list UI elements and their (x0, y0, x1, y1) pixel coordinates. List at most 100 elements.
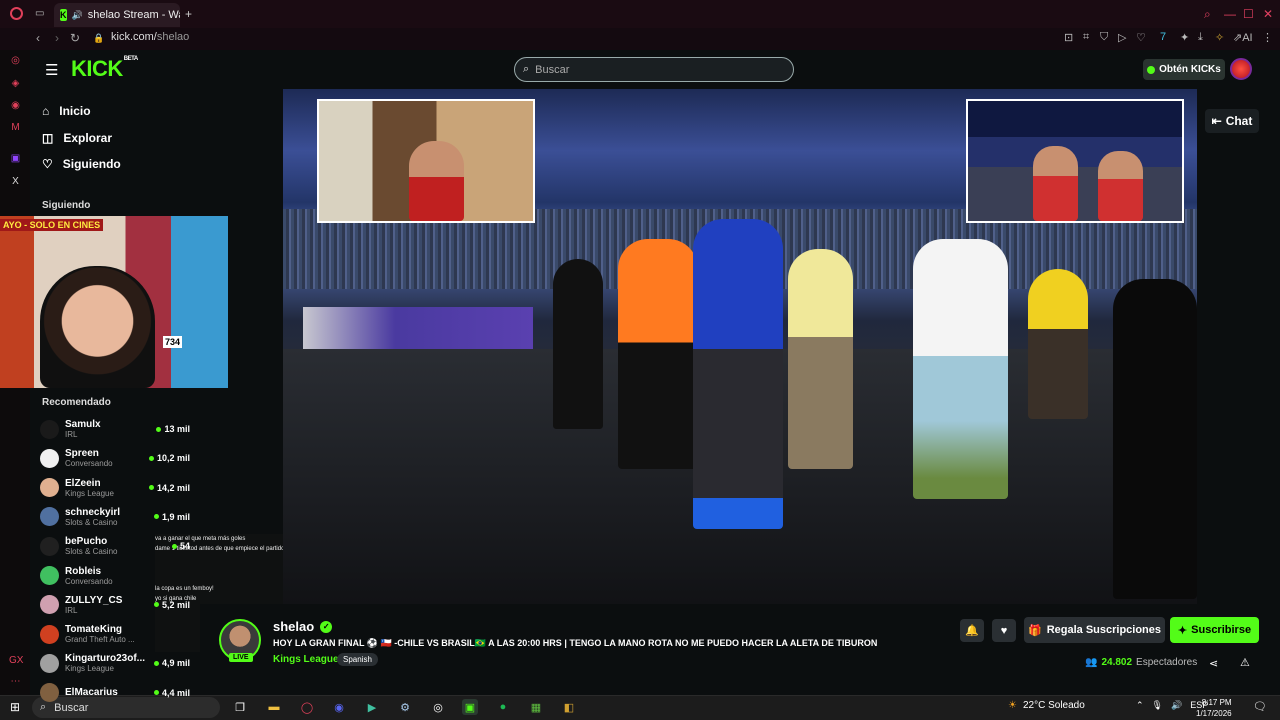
channel-text: schneckyirl Slots & Casino (65, 507, 154, 527)
hamburger-menu-icon[interactable]: ☰ (45, 61, 58, 79)
channel-text: Spreen Conversando (65, 448, 149, 468)
channel-category: IRL (65, 605, 78, 615)
recommended-channel-item[interactable]: Kingarturo23of... Kings League 4,9 mil (40, 649, 190, 677)
channel-avatar (40, 683, 59, 703)
shield-icon[interactable]: ⛉ (1100, 31, 1108, 44)
language-tag[interactable]: Spanish (337, 653, 378, 666)
close-window-button[interactable]: ✕ (1263, 7, 1273, 21)
taskbar-clock[interactable]: 8:17 PM 1/17/2026 (1196, 697, 1232, 719)
live-dot-icon (148, 485, 154, 491)
stream-category[interactable]: Kings League (273, 654, 339, 665)
bookmark-icon[interactable]: ⊡ (1064, 31, 1073, 44)
recommended-channel-item[interactable]: Spreen Conversando 10,2 mil (40, 444, 190, 472)
x-twitter-icon[interactable]: X (9, 176, 22, 189)
file-explorer-icon[interactable]: ▬ (266, 699, 282, 715)
discord-icon[interactable]: ◉ (331, 699, 347, 715)
tab-title: shelao Stream - Watch (87, 9, 180, 21)
spotify-icon[interactable]: ● (495, 699, 511, 715)
opera-gx-icon[interactable]: GX (9, 655, 23, 668)
channel-avatar (40, 566, 59, 585)
channel-name: ElMacarius (65, 687, 118, 699)
nav-explorar[interactable]: ◫ Explorar (42, 131, 112, 145)
get-kicks-button[interactable]: Obtén KICKs (1143, 59, 1225, 80)
channel-text: Kingarturo23of... Kings League (65, 653, 154, 673)
recommended-channel-item[interactable]: Samulx IRL 13 mil (40, 415, 190, 443)
user-avatar[interactable] (1230, 58, 1252, 80)
windows-start-icon[interactable]: ⊞ (10, 700, 20, 714)
minecraft-icon[interactable]: ▦ (528, 699, 544, 715)
recommended-channel-item[interactable]: ZULLYY_CS IRL 5,2 mil (40, 591, 190, 619)
recommended-channel-item[interactable]: ElMacarius 4,4 mil (40, 679, 190, 707)
recommended-channel-item[interactable]: Robleis Conversando (40, 562, 190, 590)
maximize-button[interactable]: ☐ (1243, 7, 1254, 21)
search-tabs-icon[interactable]: ⌕ (1204, 7, 1211, 22)
channel-text: Robleis Conversando (65, 566, 190, 586)
app-icon[interactable]: ▶ (364, 699, 380, 715)
opera-messenger-icon[interactable]: ◉ (9, 100, 22, 113)
channel-name-text: shelao (273, 619, 315, 634)
bib-number: 734 (163, 336, 183, 348)
extension-7tv-icon[interactable]: 7 (1160, 31, 1166, 43)
url-field[interactable]: kick.com/shelao (111, 31, 189, 43)
recommended-channel-item[interactable]: bePucho Slots & Casino 54 (40, 532, 190, 560)
tab-overview-icon[interactable]: ▭ (35, 8, 44, 19)
search-icon: ⌕ (523, 63, 530, 75)
steam-icon[interactable]: ⚙ (397, 699, 413, 715)
recommended-channel-item[interactable]: ElZeein Kings League 14,2 mil (40, 474, 190, 502)
recommended-channel-item[interactable]: TomateKing Grand Theft Auto ... (40, 620, 190, 648)
snapshot-icon[interactable]: ⌗ (1083, 31, 1089, 44)
kick-logo[interactable]: KICKBETA (71, 56, 138, 82)
game-launcher-icon[interactable]: ◧ (561, 699, 577, 715)
opera-aria-icon[interactable]: ◎ (9, 55, 22, 68)
channel-avatar (40, 653, 59, 673)
minimize-button[interactable]: — (1224, 7, 1236, 21)
extensions-icon[interactable]: ✦ (1180, 31, 1189, 44)
opera-logo-icon[interactable] (10, 7, 23, 20)
heart-icon: ♡ (42, 157, 53, 171)
channel-viewers: 4,9 mil (153, 658, 190, 668)
new-tab-button[interactable]: + (185, 7, 192, 21)
nav-inicio[interactable]: ⌂ Inicio (42, 104, 91, 118)
ai-label[interactable]: ⇗AI (1233, 31, 1253, 44)
back-button[interactable]: ‹ (36, 31, 40, 45)
kick-taskbar-icon[interactable]: ▣ (462, 699, 478, 715)
search-input[interactable]: ⌕ Buscar (514, 57, 794, 82)
recommended-channel-item[interactable]: schneckyirl Slots & Casino 1,9 mil (40, 503, 190, 531)
nav-siguiendo[interactable]: ♡ Siguiendo (42, 157, 121, 171)
subscribe-button[interactable]: ✦ Suscribirse (1170, 617, 1259, 643)
kick-beta-badge: BETA (123, 56, 138, 62)
twitch-icon[interactable]: ▣ (9, 153, 22, 166)
chat-expand-icon: ⇤ (1211, 114, 1222, 128)
forward-button[interactable]: › (55, 31, 59, 45)
opera-m-icon[interactable]: M (9, 122, 22, 135)
gift-subs-button[interactable]: 🎁 Regala Suscripciones (1024, 617, 1165, 643)
open-chat-button[interactable]: ⇤ Chat (1205, 109, 1259, 133)
viewer-count-number: 24.802 (1101, 657, 1133, 668)
download-icon[interactable]: ⤓ (1198, 31, 1203, 44)
channel-avatar (40, 595, 59, 615)
heart-icon[interactable]: ♡ (1136, 31, 1146, 44)
channel-viewers-count: 1,9 mil (161, 511, 190, 522)
report-icon[interactable]: ⚠ (1240, 656, 1250, 669)
browser-tab-active[interactable]: K 🔊 shelao Stream - Watch (54, 3, 180, 27)
menu-dots-icon[interactable]: ⋮ (1262, 31, 1273, 44)
notifications-icon[interactable]: 🗨 (1253, 700, 1267, 713)
reload-button[interactable]: ↻ (70, 31, 80, 45)
share-icon[interactable]: ⋖ (1209, 657, 1218, 670)
channel-name: Robleis (65, 565, 102, 577)
extension-icon[interactable]: ✧ (1215, 31, 1224, 44)
opera-more-icon[interactable]: ⋯ (9, 676, 22, 689)
weather-widget[interactable]: ☀ 22°C Soleado (1008, 700, 1085, 711)
play-icon[interactable]: ▷ (1118, 31, 1126, 44)
opera-gx-taskbar-icon[interactable]: ◯ (299, 699, 315, 715)
channel-viewers-count: 54 (179, 541, 190, 552)
channel-name[interactable]: shelao ✓ (273, 619, 333, 634)
opera-player-icon[interactable]: ◈ (9, 78, 22, 91)
task-view-icon[interactable]: ❐ (232, 699, 248, 715)
live-badge: LIVE (229, 653, 253, 662)
obs-icon[interactable]: ◎ (430, 699, 446, 715)
guest-figure-2 (1098, 151, 1143, 221)
follow-heart-button[interactable]: ♥ (992, 619, 1016, 642)
notification-bell-button[interactable]: 🔔 (960, 619, 984, 642)
person-orange (618, 239, 698, 469)
